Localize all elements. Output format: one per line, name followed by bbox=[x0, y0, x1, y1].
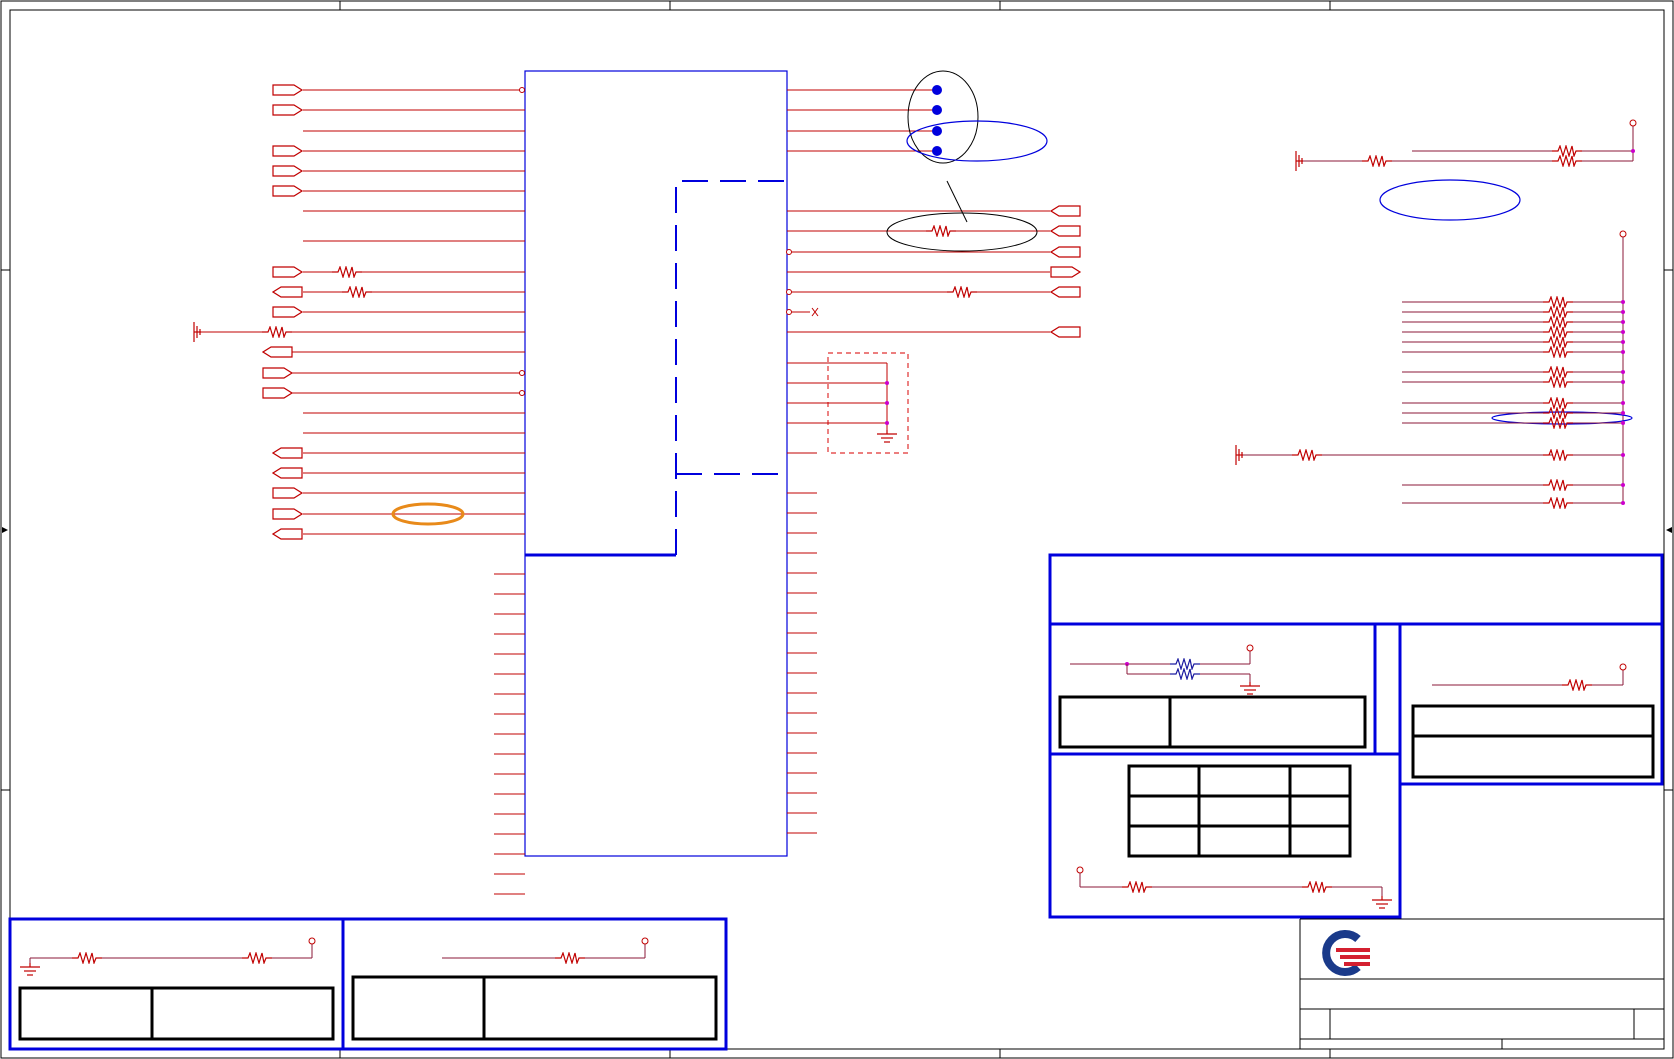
ic-lower-pins bbox=[494, 492, 817, 895]
junction-dot-icon bbox=[1621, 320, 1625, 324]
resistor-icon bbox=[1543, 479, 1573, 491]
junction-dot-icon bbox=[1621, 421, 1625, 425]
junction-dot-icon bbox=[1621, 453, 1625, 457]
junction-dot-icon bbox=[1621, 370, 1625, 374]
resistor-icon bbox=[1543, 449, 1573, 461]
resistor-icon bbox=[1543, 346, 1573, 358]
sheet-border bbox=[0, 0, 1674, 1059]
resistor-icon bbox=[1543, 366, 1573, 378]
resistor-icon bbox=[1543, 326, 1573, 338]
resistor-icon bbox=[1543, 417, 1573, 429]
bottom-left-strap-boxes bbox=[8, 917, 728, 1051]
junction-dot-icon bbox=[1621, 340, 1625, 344]
junction-dot-icon bbox=[1621, 300, 1625, 304]
junction-dot-icon bbox=[1621, 330, 1625, 334]
junction-dot-icon bbox=[1621, 483, 1625, 487]
junction-dot-icon bbox=[1621, 310, 1625, 314]
left-nets bbox=[200, 87, 525, 535]
junction-dot-icon bbox=[1621, 501, 1625, 505]
junction-dot-icon bbox=[1621, 411, 1625, 415]
right-nets bbox=[786, 85, 1050, 333]
right-ports bbox=[1050, 205, 1081, 338]
resistor-icon bbox=[1543, 397, 1573, 409]
strap-config-panel bbox=[1048, 553, 1664, 919]
title-block bbox=[1299, 918, 1664, 1049]
junction-dot-icon bbox=[1621, 350, 1625, 354]
resistor-icon bbox=[1543, 296, 1573, 308]
main-ic-symbol bbox=[524, 70, 788, 857]
top-right-pullups bbox=[1295, 119, 1637, 172]
resistor-icon bbox=[1543, 497, 1573, 509]
left-ports bbox=[262, 84, 303, 540]
grounded-pin-group bbox=[787, 352, 909, 454]
left-resistors bbox=[193, 266, 372, 343]
junction-dot-icon bbox=[1621, 401, 1625, 405]
company-logo bbox=[1322, 930, 1370, 976]
resistor-icon bbox=[1543, 316, 1573, 328]
schematic-sheet bbox=[0, 0, 1674, 1059]
resistor-icon bbox=[1543, 376, 1573, 388]
resistor-icon bbox=[1543, 336, 1573, 348]
right-pullup-bank bbox=[1235, 230, 1633, 509]
resistor-icon bbox=[1543, 407, 1573, 419]
resistor-icon bbox=[1543, 306, 1573, 318]
junction-dot-icon bbox=[1621, 380, 1625, 384]
